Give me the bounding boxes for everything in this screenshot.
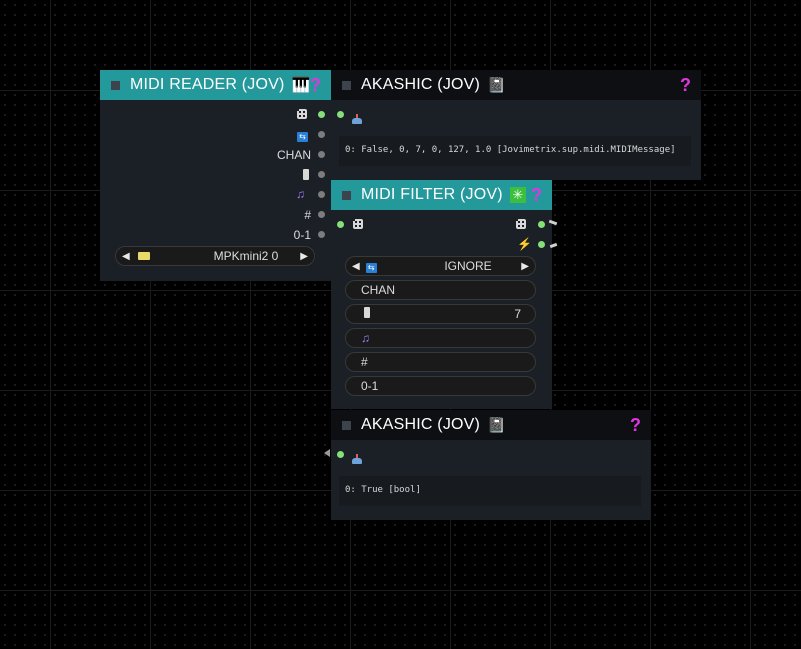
music-note-icon: ♫ xyxy=(361,331,370,345)
output-slot-trigger[interactable] xyxy=(538,241,545,248)
link-arrow xyxy=(324,449,330,457)
slider-icon xyxy=(303,169,309,182)
node-title: AKASHIC (JOV) xyxy=(361,416,481,433)
grid-icon xyxy=(516,219,526,231)
chan-field[interactable]: CHAN xyxy=(345,280,536,300)
device-combo[interactable]: ◀ MPKmini2 0 ▶ xyxy=(115,246,315,266)
pipe-icon xyxy=(352,454,362,466)
input-slot-message[interactable] xyxy=(337,221,344,228)
node-title: MIDI FILTER (JOV) xyxy=(361,186,503,203)
output-slot-control[interactable] xyxy=(318,171,325,178)
music-note-icon: ♫ xyxy=(296,187,305,201)
notebook-icon: 📓 xyxy=(487,77,506,94)
collapse-toggle[interactable] xyxy=(342,80,351,90)
collapse-toggle[interactable] xyxy=(342,420,351,430)
control-field[interactable]: 7 xyxy=(345,304,536,324)
mode-combo[interactable]: ◀ ⇆ IGNORE ▶ xyxy=(345,256,536,276)
midi-filter-title-bar[interactable]: MIDI FILTER (JOV) ✳ ? xyxy=(331,180,552,210)
akashic-output-text: 0: False, 0, 7, 0, 127, 1.0 [Jovimetrix.… xyxy=(339,136,691,166)
midi-reader-node[interactable]: MIDI READER (JOV) 🎹 ? ⇆ CHAN ♫ # 0-1 ◀ M… xyxy=(100,70,331,281)
output-slot-value[interactable] xyxy=(318,211,325,218)
node-title: MIDI READER (JOV) xyxy=(130,76,285,93)
akashic-output-text: 0: True [bool] xyxy=(339,476,641,506)
control-value: 7 xyxy=(514,307,521,321)
midi-reader-title-bar[interactable]: MIDI READER (JOV) 🎹 ? xyxy=(100,70,331,100)
output-slot-message[interactable] xyxy=(538,221,545,228)
akashic-bottom-title-bar[interactable]: AKASHIC (JOV) 📓 ? xyxy=(331,410,651,440)
output-slot-on[interactable] xyxy=(318,131,325,138)
mode-value: IGNORE xyxy=(444,259,492,273)
pipe-icon xyxy=(352,114,362,126)
output-slot-message[interactable] xyxy=(318,111,325,118)
output-label-number: # xyxy=(304,208,311,222)
input-slot[interactable] xyxy=(337,111,344,118)
slider-icon xyxy=(364,307,370,321)
keyboard-icon xyxy=(137,249,150,263)
piano-icon: 🎹 xyxy=(291,77,311,94)
akashic-bottom-node[interactable]: AKASHIC (JOV) 📓 ? 0: True [bool] xyxy=(331,410,651,520)
help-icon[interactable]: ? xyxy=(630,415,641,436)
help-icon[interactable]: ? xyxy=(531,185,542,206)
device-next-arrow[interactable]: ▶ xyxy=(294,251,314,262)
node-title: AKASHIC (JOV) xyxy=(361,76,481,93)
output-label-normalized: 0-1 xyxy=(293,228,311,242)
normalized-label: 0-1 xyxy=(361,379,379,393)
grid-icon xyxy=(353,219,363,231)
output-slot-note[interactable] xyxy=(318,191,325,198)
bolt-icon: ⚡ xyxy=(517,237,532,251)
output-label-chan: CHAN xyxy=(276,148,311,162)
midi-filter-node[interactable]: MIDI FILTER (JOV) ✳ ? ⚡ ◀ ⇆ IGNORE ▶ CHA… xyxy=(331,180,552,409)
value-label: # xyxy=(361,355,368,369)
collapse-toggle[interactable] xyxy=(111,80,120,90)
link-stub xyxy=(549,242,558,249)
device-prev-arrow[interactable]: ◀ xyxy=(116,251,136,262)
akashic-top-title-bar[interactable]: AKASHIC (JOV) 📓 ? xyxy=(331,70,701,100)
device-value: MPKmini2 0 xyxy=(213,249,279,263)
output-slot-normalized[interactable] xyxy=(318,231,325,238)
chan-label: CHAN xyxy=(361,283,396,297)
akashic-top-node[interactable]: AKASHIC (JOV) 📓 ? 0: False, 0, 7, 0, 127… xyxy=(331,70,701,180)
mode-prev-arrow[interactable]: ◀ xyxy=(346,261,366,272)
normalized-field[interactable]: 0-1 xyxy=(345,376,536,396)
swap-icon: ⇆ xyxy=(365,259,377,273)
note-field[interactable]: ♫ xyxy=(345,328,536,348)
input-slot[interactable] xyxy=(337,451,344,458)
swap-icon: ⇆ xyxy=(297,129,308,142)
collapse-toggle[interactable] xyxy=(342,190,351,200)
value-field[interactable]: # xyxy=(345,352,536,372)
output-slot-chan[interactable] xyxy=(318,151,325,158)
help-icon[interactable]: ? xyxy=(310,75,321,96)
mode-next-arrow[interactable]: ▶ xyxy=(515,261,535,272)
grid-icon xyxy=(297,109,307,121)
asterisk-icon: ✳ xyxy=(509,187,526,203)
notebook-icon: 📓 xyxy=(487,417,506,434)
help-icon[interactable]: ? xyxy=(680,75,691,96)
